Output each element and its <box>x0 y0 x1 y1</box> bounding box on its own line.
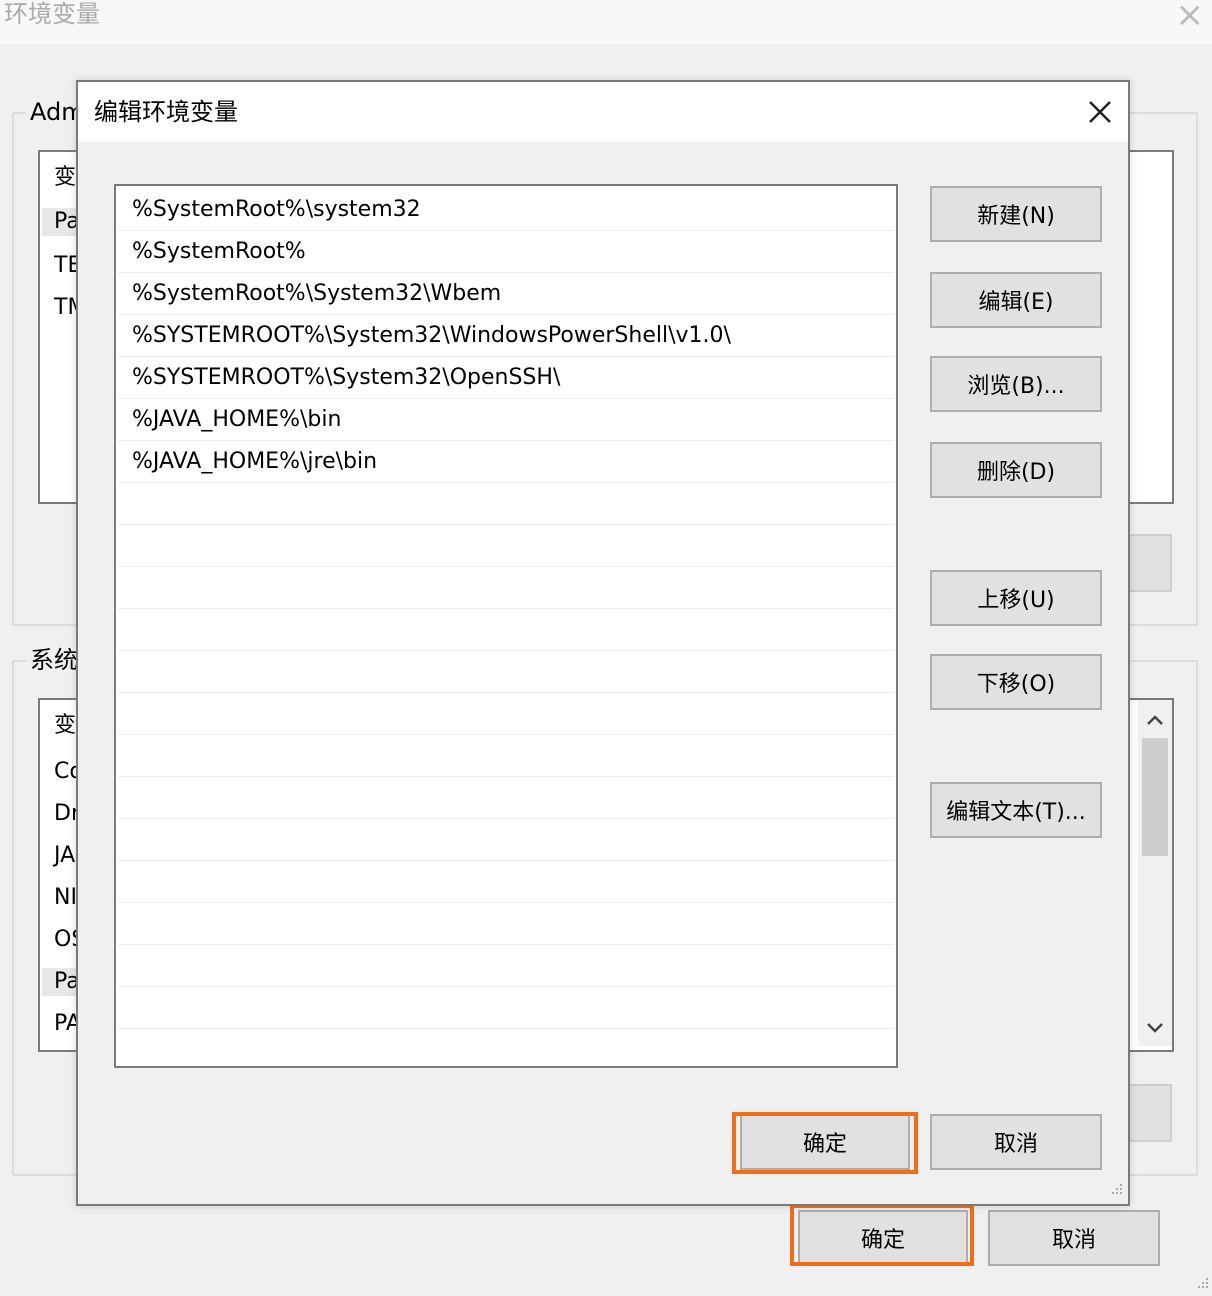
new-button[interactable]: 新建(N) <box>930 186 1102 242</box>
path-entry-text: %SYSTEMROOT%\System32\WindowsPowerShell\… <box>132 323 731 348</box>
scrollbar-thumb[interactable] <box>1142 738 1168 856</box>
path-entry[interactable]: %JAVA_HOME%\bin <box>118 400 894 441</box>
empty-path-row[interactable] <box>118 1030 894 1066</box>
browse-button[interactable]: 浏览(B)... <box>930 356 1102 412</box>
user-variables-button[interactable] <box>1128 534 1172 592</box>
dialog-resize-grip-icon[interactable] <box>1110 1182 1124 1200</box>
scroll-down-icon[interactable] <box>1145 1018 1165 1038</box>
close-icon[interactable] <box>1088 92 1112 133</box>
user-variables-header: 变 <box>54 165 77 190</box>
dialog-title: 编辑环境变量 <box>94 98 238 126</box>
path-entry-text: %SystemRoot%\System32\Wbem <box>132 281 502 306</box>
path-entry-text: %JAVA_HOME%\jre\bin <box>132 449 378 474</box>
parent-window-title: 环境变量 <box>4 0 100 28</box>
empty-path-row[interactable] <box>118 694 894 735</box>
empty-path-row[interactable] <box>118 862 894 903</box>
parent-titlebar: 环境变量 × <box>0 0 1212 44</box>
path-list[interactable]: %SystemRoot%\system32 %SystemRoot% %System… <box>114 184 898 1068</box>
empty-path-row[interactable] <box>118 946 894 987</box>
empty-path-row[interactable] <box>118 568 894 609</box>
empty-path-row[interactable] <box>118 652 894 693</box>
dialog-titlebar: 编辑环境变量 <box>78 82 1128 142</box>
path-entry[interactable]: %SYSTEMROOT%\System32\OpenSSH\ <box>118 358 894 399</box>
path-entry[interactable]: %SYSTEMROOT%\System32\WindowsPowerShell\… <box>118 316 894 357</box>
empty-path-row[interactable] <box>118 736 894 777</box>
path-entry[interactable]: %SystemRoot%\System32\Wbem <box>118 274 894 315</box>
edit-environment-variable-dialog: 编辑环境变量 %SystemRoot%\system32 %SystemRoot%… <box>76 80 1130 1206</box>
empty-path-row[interactable] <box>118 904 894 945</box>
parent-ok-highlight <box>790 1204 974 1266</box>
move-down-button[interactable]: 下移(O) <box>930 654 1102 710</box>
scroll-up-icon[interactable] <box>1145 710 1165 730</box>
path-entry[interactable]: %SystemRoot% <box>118 232 894 273</box>
edit-button[interactable]: 编辑(E) <box>930 272 1102 328</box>
system-variables-label: 系统 <box>26 646 82 674</box>
system-variable-row[interactable]: JA <box>54 842 75 870</box>
parent-resize-grip-icon[interactable] <box>1196 1276 1210 1294</box>
empty-path-row[interactable] <box>118 778 894 819</box>
system-variables-button[interactable] <box>1128 1084 1172 1142</box>
path-entry-text: %SYSTEMROOT%\System32\OpenSSH\ <box>132 365 561 390</box>
empty-path-row[interactable] <box>118 610 894 651</box>
path-entry-text: %SystemRoot%\system32 <box>132 197 421 222</box>
parent-cancel-button[interactable]: 取消 <box>988 1210 1160 1266</box>
path-entry-text: %SystemRoot% <box>132 239 306 264</box>
delete-button[interactable]: 删除(D) <box>930 442 1102 498</box>
system-variables-header: 变 <box>54 713 77 738</box>
path-entry[interactable]: %JAVA_HOME%\jre\bin <box>118 442 894 483</box>
system-variables-scrollbar[interactable] <box>1138 700 1172 1046</box>
dialog-ok-highlight <box>732 1112 918 1174</box>
system-variable-row[interactable]: NI <box>54 884 77 912</box>
move-up-button[interactable]: 上移(U) <box>930 570 1102 626</box>
path-entry-text: %JAVA_HOME%\bin <box>132 407 342 432</box>
empty-path-row[interactable] <box>118 484 894 525</box>
edit-text-button[interactable]: 编辑文本(T)... <box>930 782 1102 838</box>
dialog-cancel-button[interactable]: 取消 <box>930 1114 1102 1170</box>
path-entry[interactable]: %SystemRoot%\system32 <box>118 190 894 231</box>
empty-path-row[interactable] <box>118 526 894 567</box>
empty-path-row[interactable] <box>118 988 894 1029</box>
empty-path-row[interactable] <box>118 820 894 861</box>
parent-close-icon[interactable]: × <box>1176 0 1205 32</box>
